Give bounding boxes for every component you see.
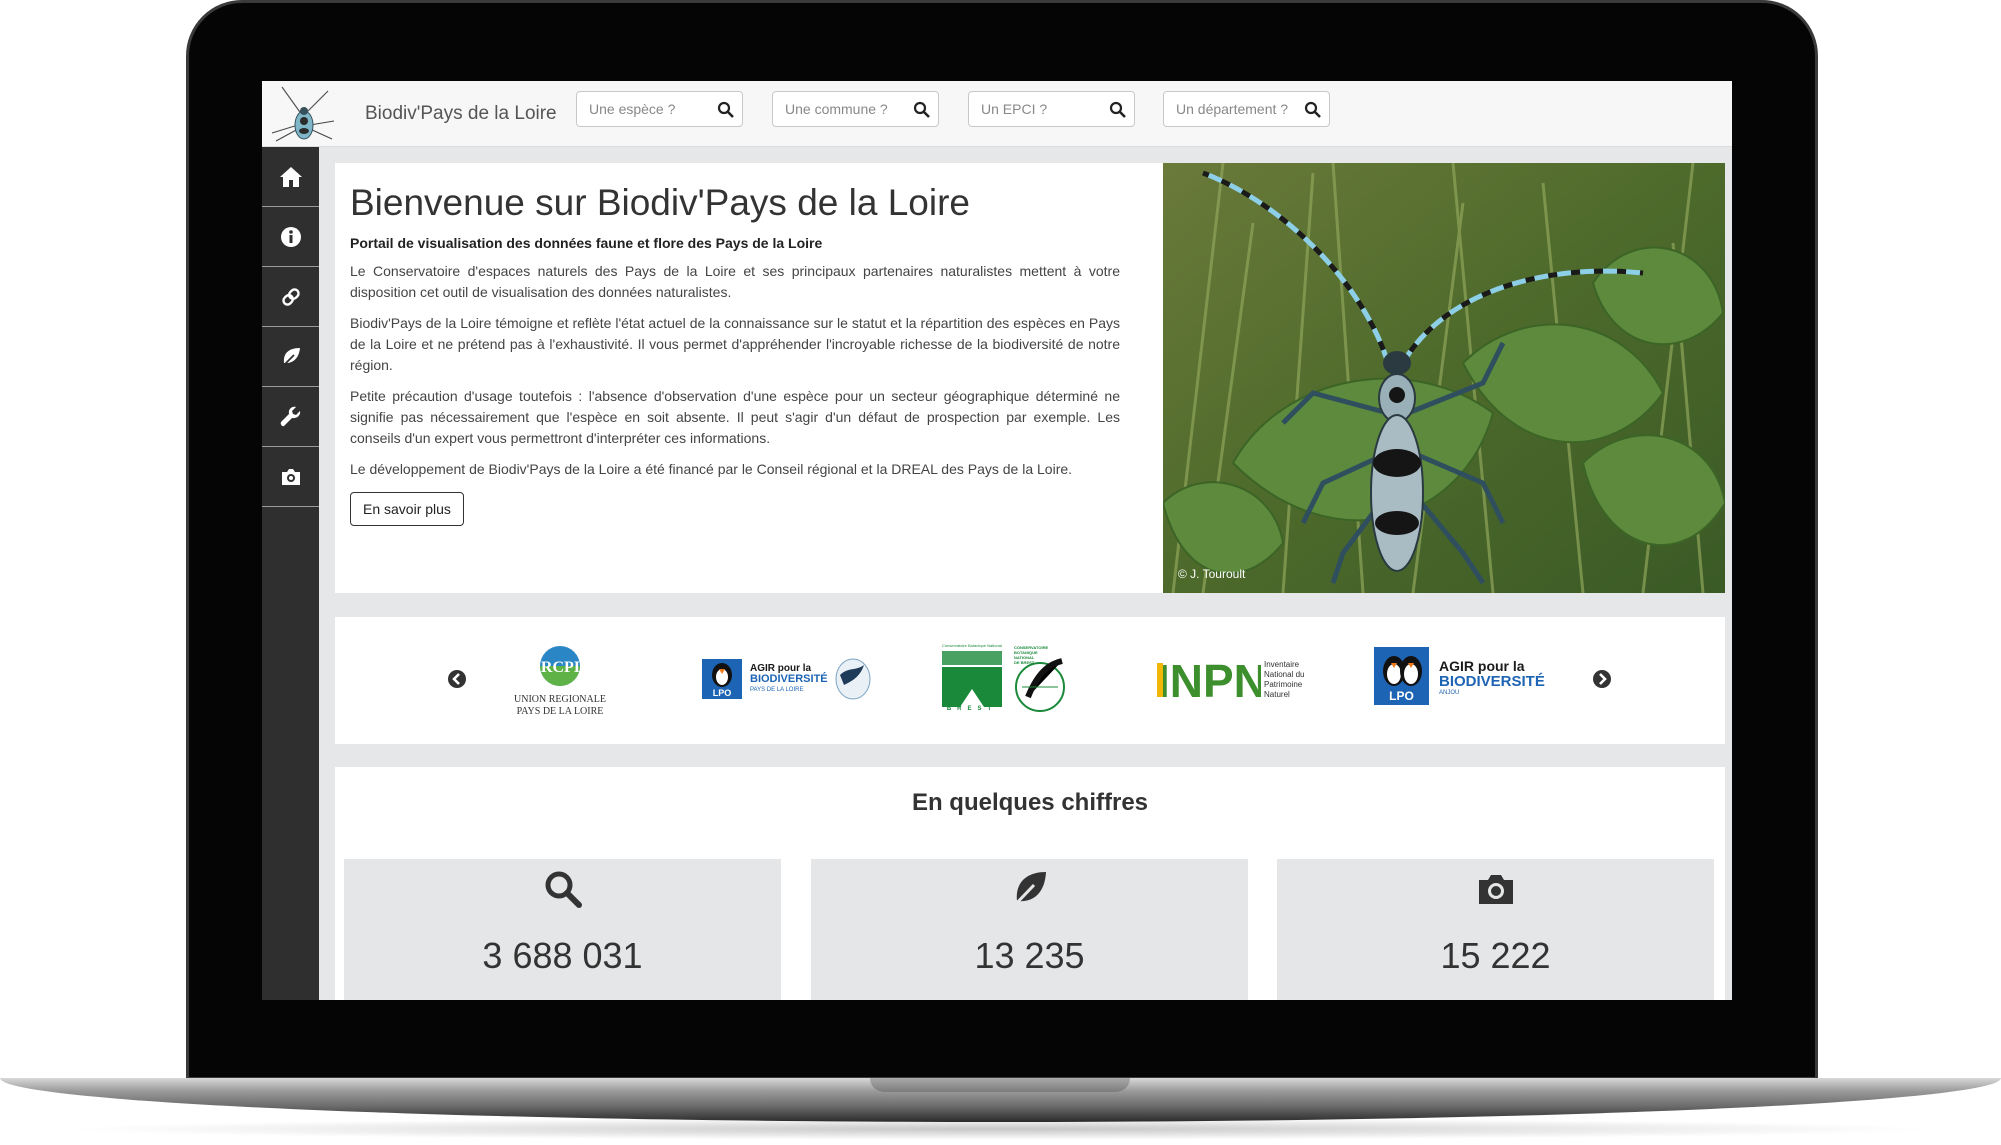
sidebar-item-species[interactable] (262, 327, 319, 387)
species-search-input[interactable] (577, 92, 708, 126)
welcome-paragraph: Biodiv'Pays de la Loire témoigne et refl… (350, 315, 1120, 374)
sidebar-item-links[interactable] (262, 267, 319, 327)
lpo-pdl-line3: PAYS DE LA LOIRE (750, 687, 804, 693)
sidebar (262, 147, 319, 1000)
search-icon (545, 871, 582, 908)
beetle-logo-icon[interactable] (262, 81, 342, 147)
info-icon (280, 226, 301, 247)
stats-panel: En quelques chiffres 3 688 031 13 235 15… (335, 767, 1725, 1000)
camera-icon (281, 468, 300, 485)
leaf-icon (1011, 872, 1046, 909)
browser-screen: Biodiv'Pays de la Loire Une espèce ? Une… (262, 81, 1732, 1000)
urcpie-line1: UNION REGIONALE (514, 694, 606, 705)
stat-card-photos: 15 222 (1277, 859, 1714, 1000)
link-icon (281, 287, 300, 306)
stat-value-species: 13 235 (974, 935, 1085, 976)
inpn-logo-icon: INPN (1157, 655, 1267, 707)
welcome-paragraph: Le développement de Biodiv'Pays de la Lo… (350, 461, 1073, 478)
beetle-photo (1163, 163, 1725, 593)
carousel-next-icon[interactable] (1592, 669, 1612, 689)
sidebar-item-tools[interactable] (262, 387, 319, 447)
top-navbar: Biodiv'Pays de la Loire (262, 81, 1732, 147)
carousel-prev-icon[interactable] (447, 669, 467, 689)
wrench-icon (280, 406, 300, 426)
lpo-anjou-line2: BIODIVERSITÉ (1439, 673, 1545, 690)
search-icon[interactable] (716, 100, 736, 120)
commune-search (772, 91, 939, 127)
welcome-panel: Bienvenue sur Biodiv'Pays de la Loire Po… (335, 163, 1725, 593)
puffin-icon (1383, 656, 1422, 686)
welcome-text: Bienvenue sur Biodiv'Pays de la Loire Po… (350, 181, 1120, 527)
stat-value-observations: 3 688 031 (482, 935, 643, 976)
photo-credit: © J. Touroult (1178, 567, 1246, 581)
commune-search-input[interactable] (773, 92, 904, 126)
laptop-notch (870, 1078, 1130, 1092)
globe-fern-icon (1015, 658, 1065, 712)
stat-value-photos: 15 222 (1440, 935, 1551, 976)
learn-more-button[interactable]: En savoir plus (350, 492, 464, 527)
cbn-green-emblem-icon (942, 651, 1002, 707)
welcome-title: Bienvenue sur Biodiv'Pays de la Loire (350, 182, 970, 223)
puffin-icon (712, 663, 732, 687)
sidebar-item-home[interactable] (262, 147, 319, 207)
lpo-badge: LPO (702, 659, 742, 699)
laptop-shadow (60, 1118, 1940, 1140)
lpo-badge: LPO (1374, 647, 1429, 705)
urcpie-line2: PAYS DE LA LOIRE (516, 706, 604, 717)
stats-title: En quelques chiffres (911, 789, 1149, 816)
camera-icon (1479, 875, 1513, 904)
sidebar-item-photos[interactable] (262, 447, 319, 507)
lpo-anjou-line1: AGIR pour la (1439, 658, 1525, 674)
lpo-anjou-line3: ANJOU (1439, 690, 1460, 696)
search-icon[interactable] (1303, 100, 1323, 120)
partner-logo-urcpie[interactable]: URCPIE UNION REGIONALE PAYS DE LA LOIRE (505, 643, 615, 723)
leaf-icon (280, 347, 300, 368)
departement-search (1163, 91, 1330, 127)
partner-logo-lpo-anjou[interactable]: LPO AGIR pour la BIODIVERSITÉ ANJOU (1374, 647, 1545, 707)
inpn-logo-text: INPN (1157, 657, 1261, 703)
species-search (576, 91, 743, 127)
epci-search (968, 91, 1135, 127)
search-icon[interactable] (1108, 100, 1128, 120)
welcome-paragraph: Le Conservatoire d'espaces naturels des … (350, 263, 1120, 301)
bird-emblem-icon (835, 658, 871, 700)
departement-search-input[interactable] (1164, 92, 1295, 126)
home-icon (279, 166, 302, 187)
search-icon[interactable] (912, 100, 932, 120)
lpo-pdl-line2: BIODIVERSITÉ (750, 673, 828, 685)
urcpie-logo-text: URCPIE (529, 659, 590, 676)
site-title[interactable]: Biodiv'Pays de la Loire (365, 103, 557, 125)
partners-carousel: URCPIE UNION REGIONALE PAYS DE LA LOIRE … (335, 617, 1725, 744)
welcome-paragraph: Petite précaution d'usage toutefois : l'… (350, 388, 1120, 447)
partner-logo-lpo-pdl[interactable]: LPO AGIR pour la BIODIVERSITÉ PAYS DE LA… (702, 655, 872, 705)
sidebar-item-info[interactable] (262, 207, 319, 267)
welcome-subtitle: Portail de visualisation des données fau… (350, 235, 823, 252)
epci-search-input[interactable] (969, 92, 1100, 126)
stat-card-observations: 3 688 031 (344, 859, 781, 1000)
cpie-logo-icon: URCPIE (529, 646, 591, 686)
stat-card-species: 13 235 (811, 859, 1248, 1000)
partner-logo-cbn-brest[interactable]: Conservatoire Botanique National CONSERV… (942, 643, 1072, 715)
partner-logo-inpn[interactable]: INPN Inventaire National du Patrimoine N… (1157, 655, 1307, 707)
